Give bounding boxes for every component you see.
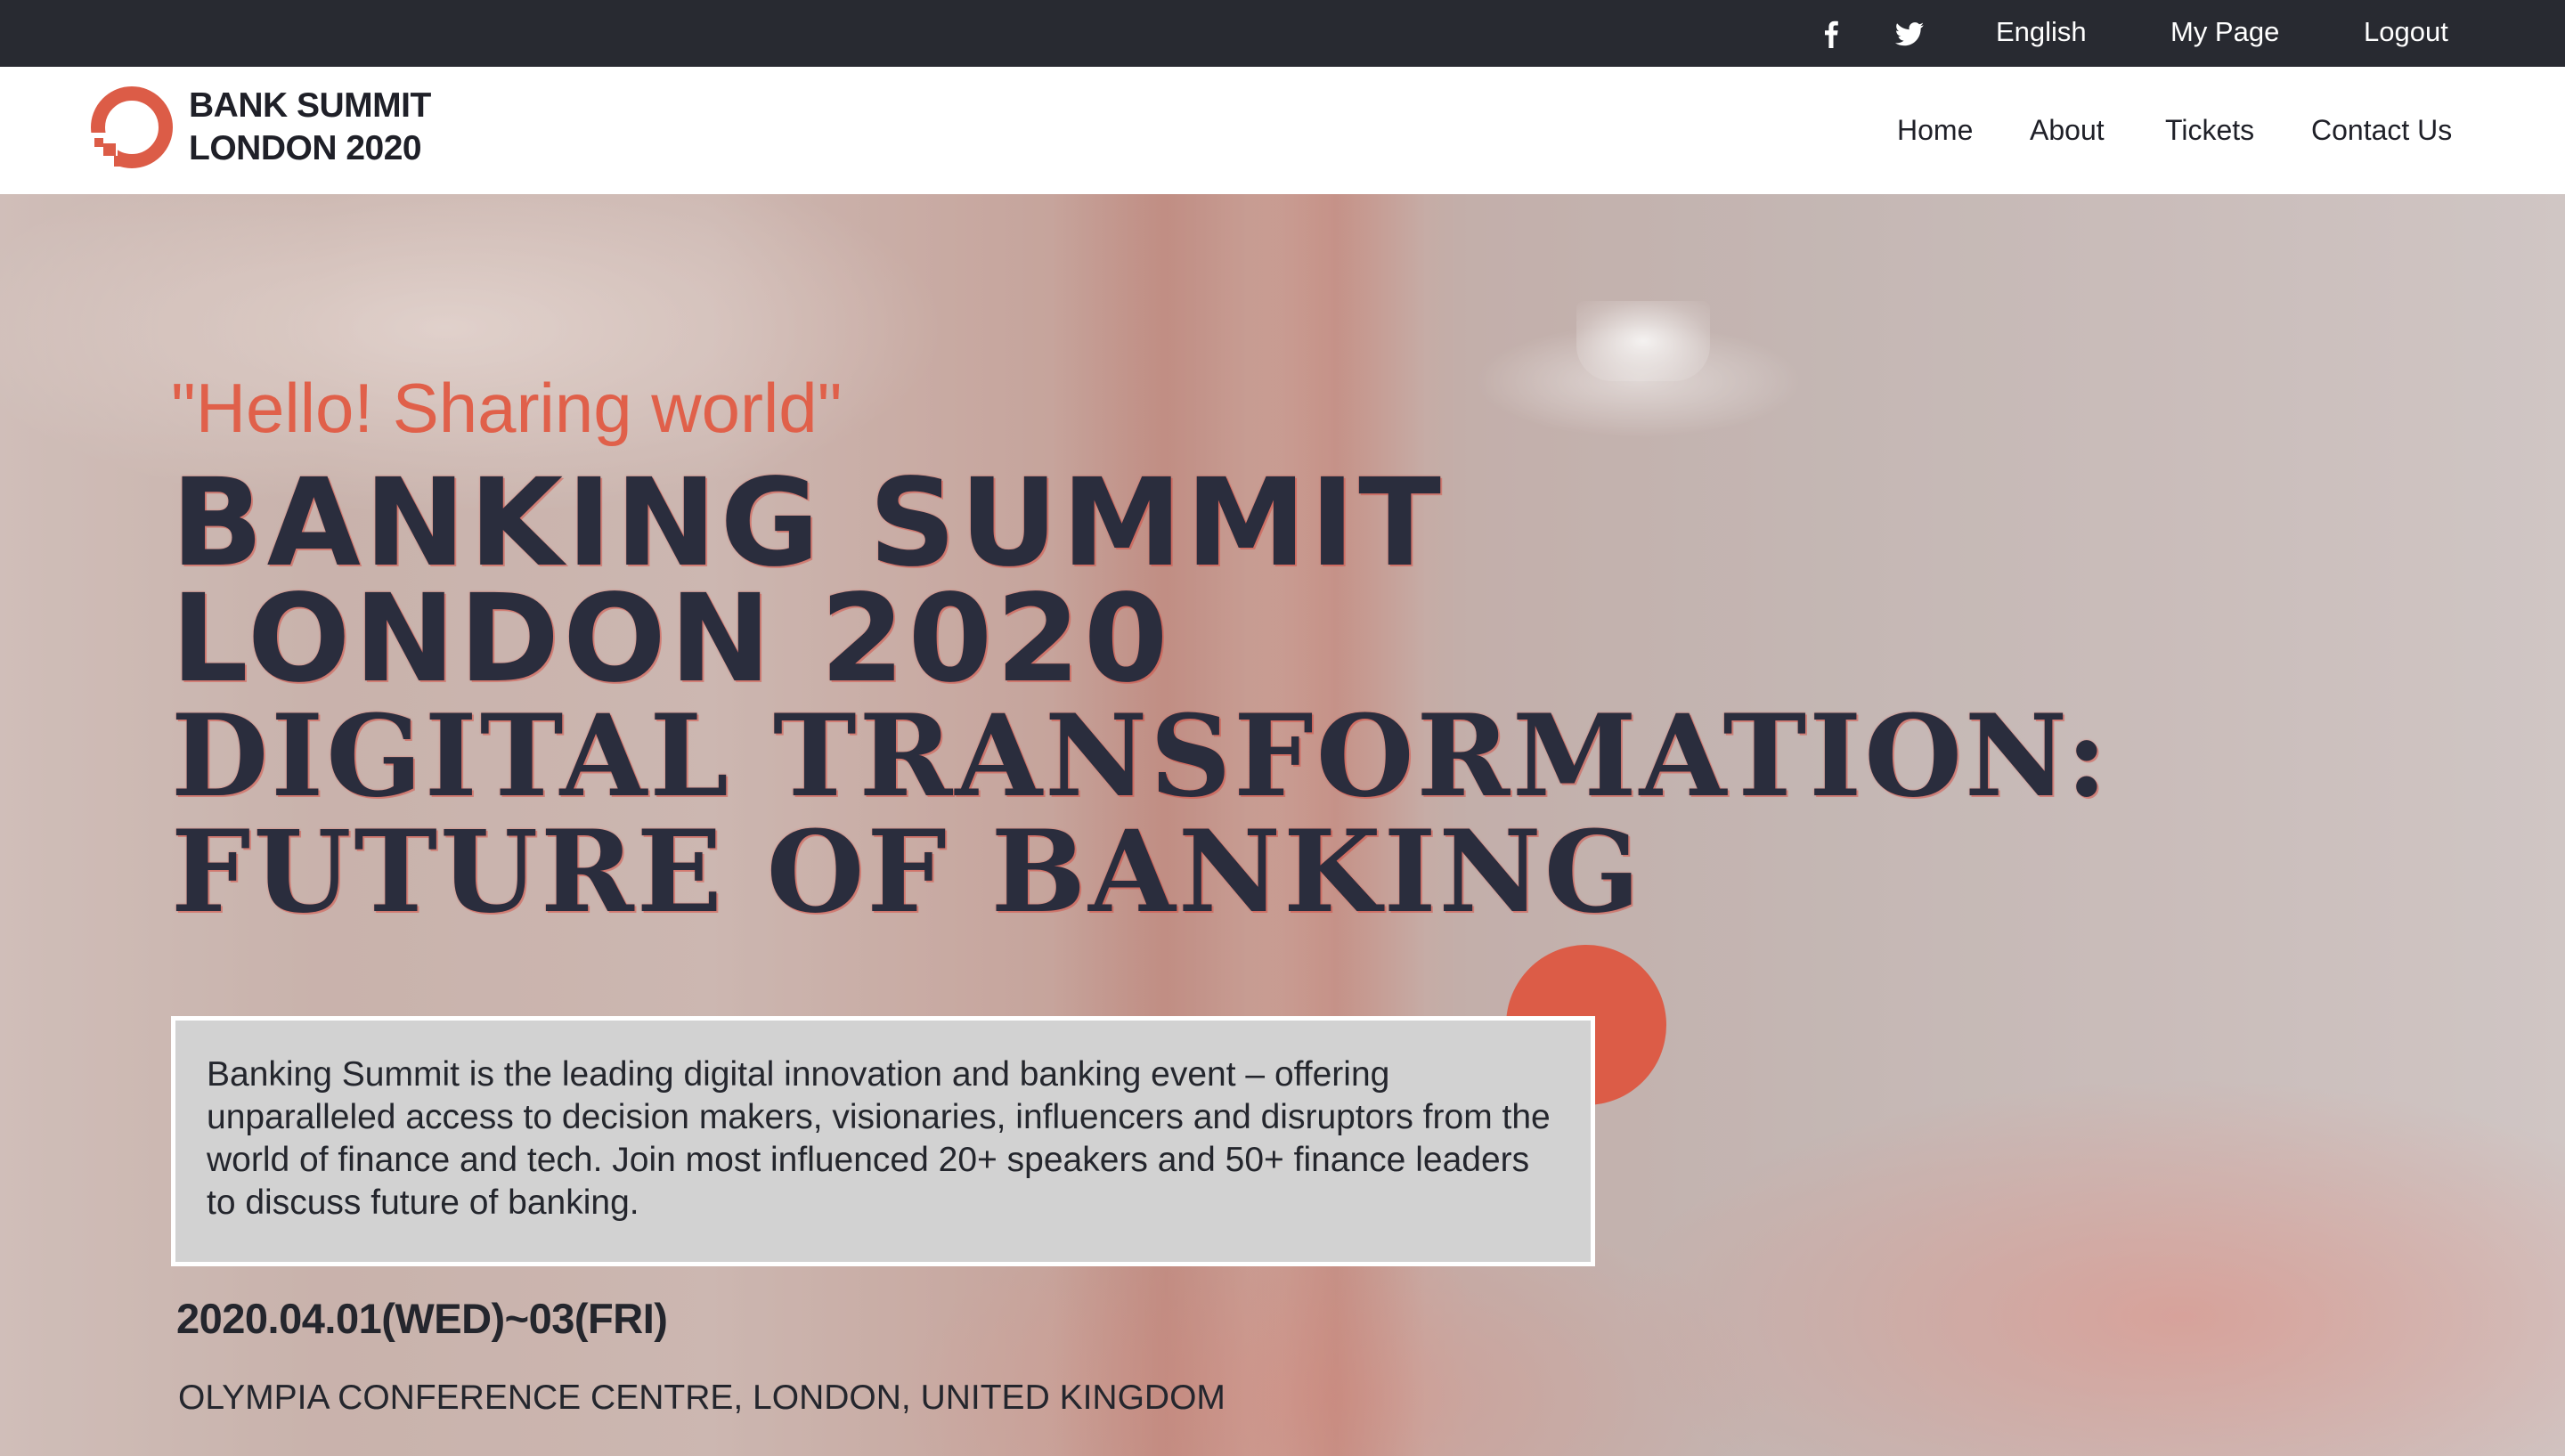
hero-title-line-1: BANKING SUMMIT bbox=[171, 453, 1445, 594]
logo-line-2: LONDON 2020 bbox=[189, 129, 422, 167]
nav-about[interactable]: About bbox=[2030, 67, 2105, 194]
logo-text: BANK SUMMIT LONDON 2020 bbox=[189, 85, 431, 170]
site-header: BANK SUMMIT LONDON 2020 Home About Ticke… bbox=[0, 67, 2565, 194]
twitter-icon[interactable] bbox=[1892, 16, 1927, 52]
facebook-icon[interactable] bbox=[1813, 16, 1849, 52]
top-utility-bar: English My Page Logout bbox=[0, 0, 2565, 67]
hero-section: "Hello! Sharing world" BANKING SUMMIT LO… bbox=[0, 194, 2565, 1456]
event-venue: OLYMPIA CONFERENCE CENTRE, LONDON, UNITE… bbox=[178, 1379, 1226, 1417]
my-page-link[interactable]: My Page bbox=[2170, 0, 2279, 67]
event-description: Banking Summit is the leading digital in… bbox=[207, 1055, 1551, 1222]
hero-tagline: "Hello! Sharing world" bbox=[171, 369, 843, 447]
hero-title-line-4: FUTURE OF BANKING bbox=[171, 806, 1643, 938]
logo-line-1: BANK SUMMIT bbox=[189, 86, 431, 125]
hero-title-line-2: LONDON 2020 bbox=[171, 569, 1172, 710]
nav-tickets[interactable]: Tickets bbox=[2165, 67, 2254, 194]
logo-icon bbox=[91, 86, 173, 168]
nav-home[interactable]: Home bbox=[1897, 67, 1973, 194]
logout-link[interactable]: Logout bbox=[2364, 0, 2448, 67]
nav-contact-us[interactable]: Contact Us bbox=[2311, 67, 2452, 194]
event-description-box: Banking Summit is the leading digital in… bbox=[171, 1016, 1595, 1266]
event-date: 2020.04.01(WED)~03(FRI) bbox=[176, 1295, 668, 1342]
language-selector[interactable]: English bbox=[1996, 0, 2087, 67]
hero-title-line-3: DIGITAL TRANSFORMATION: bbox=[171, 690, 2111, 822]
